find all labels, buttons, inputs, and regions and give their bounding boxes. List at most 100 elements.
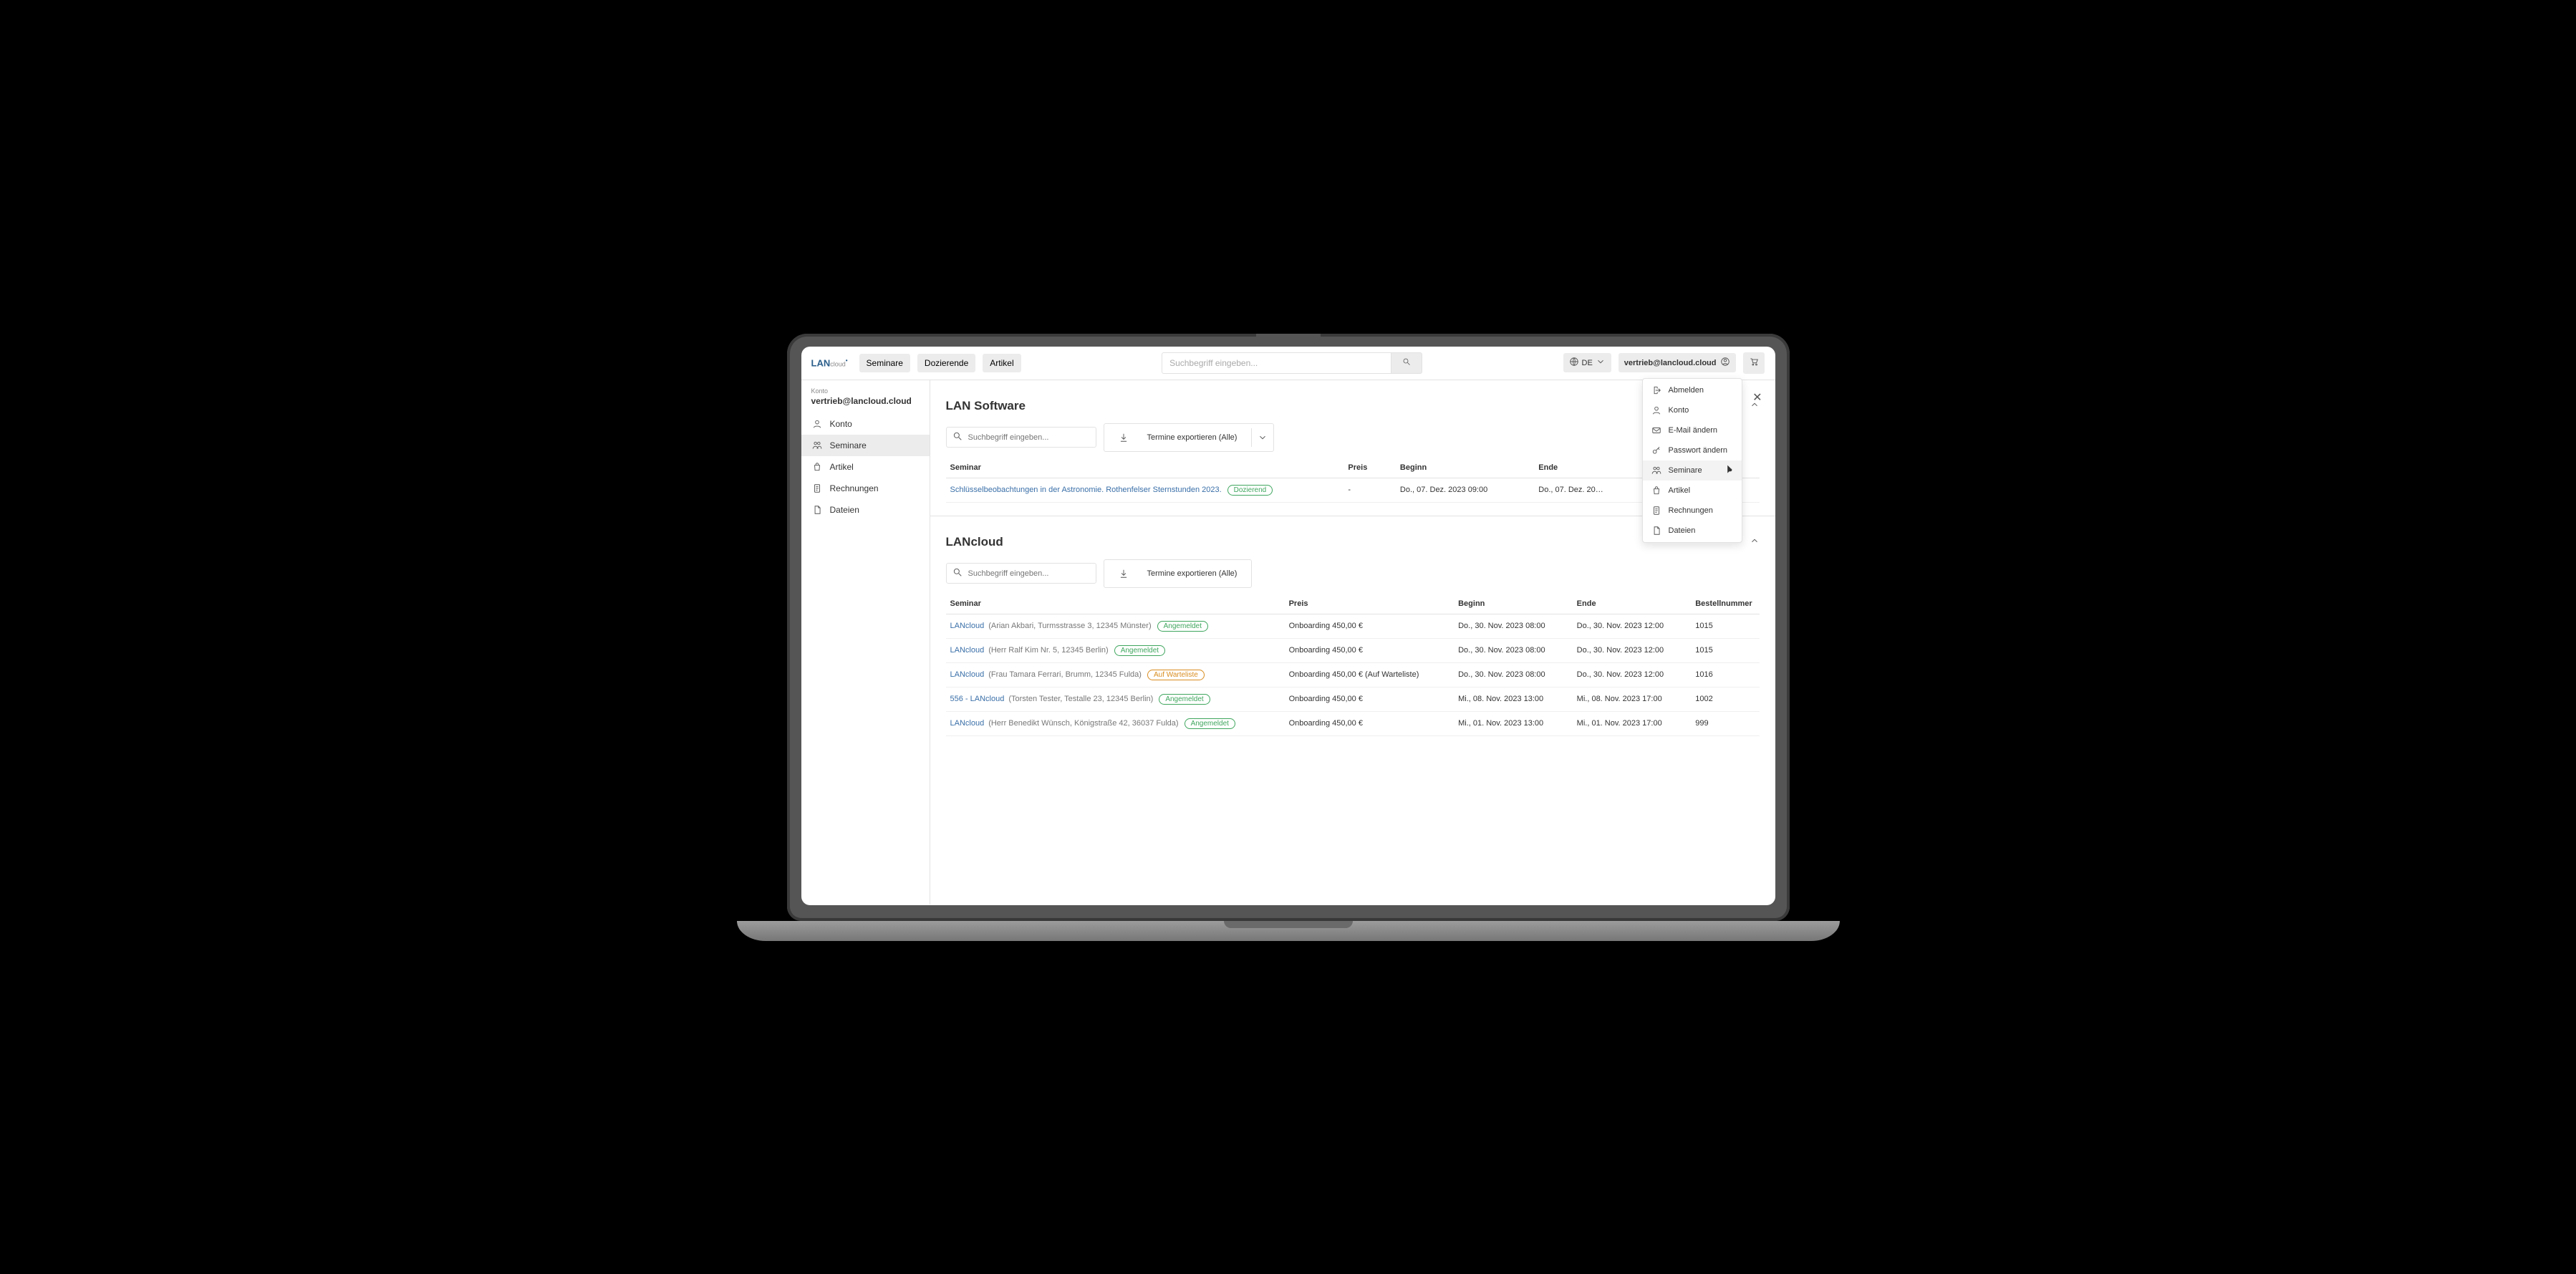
seminar-icon: [811, 440, 823, 450]
cart-button[interactable]: [1743, 352, 1765, 374]
cell-bestellnummer: 1016: [1691, 662, 1759, 687]
col-beginn: Beginn: [1454, 594, 1573, 614]
logo-main: LAN: [811, 357, 831, 368]
table-row: LANcloud(Herr Benedikt Wünsch, Königstra…: [946, 711, 1760, 735]
col-preis: Preis: [1285, 594, 1455, 614]
user-icon: [811, 419, 823, 429]
status-badge: Angemeldet: [1114, 645, 1165, 656]
seminar-link[interactable]: LANcloud: [950, 646, 985, 655]
cell-beginn: Do., 30. Nov. 2023 08:00: [1454, 662, 1573, 687]
table-row: LANcloud(Arian Akbari, Turmsstrasse 3, 1…: [946, 614, 1760, 638]
nav-seminare[interactable]: Seminare: [859, 354, 910, 372]
cell-beginn: Do., 30. Nov. 2023 08:00: [1454, 614, 1573, 638]
download-icon: [1111, 428, 1136, 447]
menu-konto[interactable]: Konto: [1643, 400, 1742, 420]
sidebar-item-konto[interactable]: Konto: [801, 413, 930, 435]
seminar-link[interactable]: 556 - LANcloud: [950, 695, 1005, 703]
seminar-link[interactable]: LANcloud: [950, 670, 985, 679]
status-badge: Auf Warteliste: [1147, 670, 1205, 680]
menu-item-label: Konto: [1669, 406, 1689, 415]
chevron-down-icon: [1596, 357, 1606, 369]
user-dropdown-menu: Abmelden Konto E-Mail ändern Passwort än…: [1642, 378, 1742, 543]
export-dropdown[interactable]: [1251, 428, 1273, 447]
section-search[interactable]: [946, 563, 1096, 584]
cursor-pointer-icon: [1724, 465, 1735, 477]
collapse-toggle[interactable]: [1750, 536, 1760, 548]
cell-bestellnummer: 1015: [1691, 638, 1759, 662]
cell-beginn: Mi., 08. Nov. 2023 13:00: [1454, 687, 1573, 711]
menu-item-label: Artikel: [1669, 486, 1691, 495]
menu-item-label: Dateien: [1669, 526, 1696, 535]
nav-dozierende[interactable]: Dozierende: [917, 354, 975, 372]
topbar: LANcloud• Seminare Dozierende Artikel DE: [801, 347, 1775, 380]
sidebar-item-artikel[interactable]: Artikel: [801, 456, 930, 478]
col-bestellnummer: Bestellnummer: [1691, 594, 1759, 614]
cell-beginn: Do., 30. Nov. 2023 08:00: [1454, 638, 1573, 662]
menu-item-label: Seminare: [1669, 466, 1702, 475]
user-icon: [1651, 405, 1661, 415]
section-search-input[interactable]: [967, 433, 1090, 443]
bag-icon: [811, 462, 823, 472]
section-title: LAN Software: [946, 399, 1026, 413]
col-preis: Preis: [1344, 458, 1396, 478]
menu-artikel[interactable]: Artikel: [1643, 481, 1742, 501]
menu-seminare[interactable]: Seminare: [1643, 460, 1742, 481]
menu-password[interactable]: Passwort ändern: [1643, 440, 1742, 460]
laptop-notch: [1256, 334, 1321, 344]
menu-item-label: Abmelden: [1669, 386, 1704, 395]
export-dates[interactable]: Termine exportieren (Alle): [1104, 423, 1275, 452]
breadcrumb: Konto: [801, 385, 930, 395]
seminar-subtitle: (Frau Tamara Ferrari, Brumm, 12345 Fulda…: [988, 670, 1142, 679]
status-badge: Angemeldet: [1157, 621, 1208, 632]
language-switch[interactable]: DE: [1563, 353, 1611, 372]
table-header: Seminar Preis Beginn Ende Bestellnummer: [946, 458, 1760, 478]
laptop-mockup: LANcloud• Seminare Dozierende Artikel DE: [787, 334, 1790, 941]
sidebar-item-label: Konto: [830, 419, 852, 429]
global-search-button[interactable]: [1391, 352, 1422, 374]
user-account-chip[interactable]: vertrieb@lancloud.cloud: [1619, 353, 1737, 372]
language-label: DE: [1582, 359, 1593, 367]
section-title: LANcloud: [946, 535, 1003, 549]
status-badge: Angemeldet: [1159, 694, 1210, 705]
col-ende: Ende: [1573, 594, 1692, 614]
laptop-base: [737, 921, 1840, 941]
seminar-link[interactable]: LANcloud: [950, 719, 985, 728]
sidebar-account-email: vertrieb@lancloud.cloud: [801, 395, 930, 413]
user-email: vertrieb@lancloud.cloud: [1624, 359, 1717, 367]
section-search-input[interactable]: [967, 569, 1090, 579]
seminar-link[interactable]: LANcloud: [950, 622, 985, 630]
file-icon: [811, 505, 823, 515]
global-search: [1162, 352, 1422, 374]
close-panel-button[interactable]: ✕: [1752, 390, 1762, 405]
seminar-subtitle: (Herr Ralf Kim Nr. 5, 12345 Berlin): [988, 646, 1109, 655]
file-icon: [1651, 526, 1661, 536]
menu-logout[interactable]: Abmelden: [1643, 380, 1742, 400]
section-search[interactable]: [946, 427, 1096, 448]
seminar-link[interactable]: Schlüsselbeobachtungen in der Astronomie…: [950, 486, 1222, 494]
download-icon: [1111, 564, 1136, 583]
logo: LANcloud•: [811, 357, 848, 368]
cell-bestellnummer: 1002: [1691, 687, 1759, 711]
key-icon: [1651, 445, 1661, 455]
mail-icon: [1651, 425, 1661, 435]
sidebar-item-rechnungen[interactable]: Rechnungen: [801, 478, 930, 499]
cell-beginn: Do., 07. Dez. 2023 09:00: [1396, 478, 1534, 502]
bag-icon: [1651, 486, 1661, 496]
seminar-icon: [1651, 465, 1661, 476]
cell-preis: Onboarding 450,00 €: [1285, 638, 1455, 662]
sidebar-item-seminare[interactable]: Seminare: [801, 435, 930, 456]
nav-artikel[interactable]: Artikel: [983, 354, 1021, 372]
sidebar: Konto vertrieb@lancloud.cloud Konto Semi…: [801, 380, 930, 904]
cart-icon: [1749, 357, 1759, 369]
export-dates[interactable]: Termine exportieren (Alle): [1104, 559, 1253, 588]
cell-beginn: Mi., 01. Nov. 2023 13:00: [1454, 711, 1573, 735]
col-beginn: Beginn: [1396, 458, 1534, 478]
menu-dateien[interactable]: Dateien: [1643, 521, 1742, 541]
sidebar-item-dateien[interactable]: Dateien: [801, 499, 930, 521]
export-label: Termine exportieren (Alle): [1140, 565, 1245, 582]
seminar-subtitle: (Torsten Tester, Testalle 23, 12345 Berl…: [1008, 695, 1153, 703]
cell-preis: -: [1344, 478, 1396, 502]
global-search-input[interactable]: [1162, 352, 1391, 374]
menu-email[interactable]: E-Mail ändern: [1643, 420, 1742, 440]
menu-rechnungen[interactable]: Rechnungen: [1643, 501, 1742, 521]
